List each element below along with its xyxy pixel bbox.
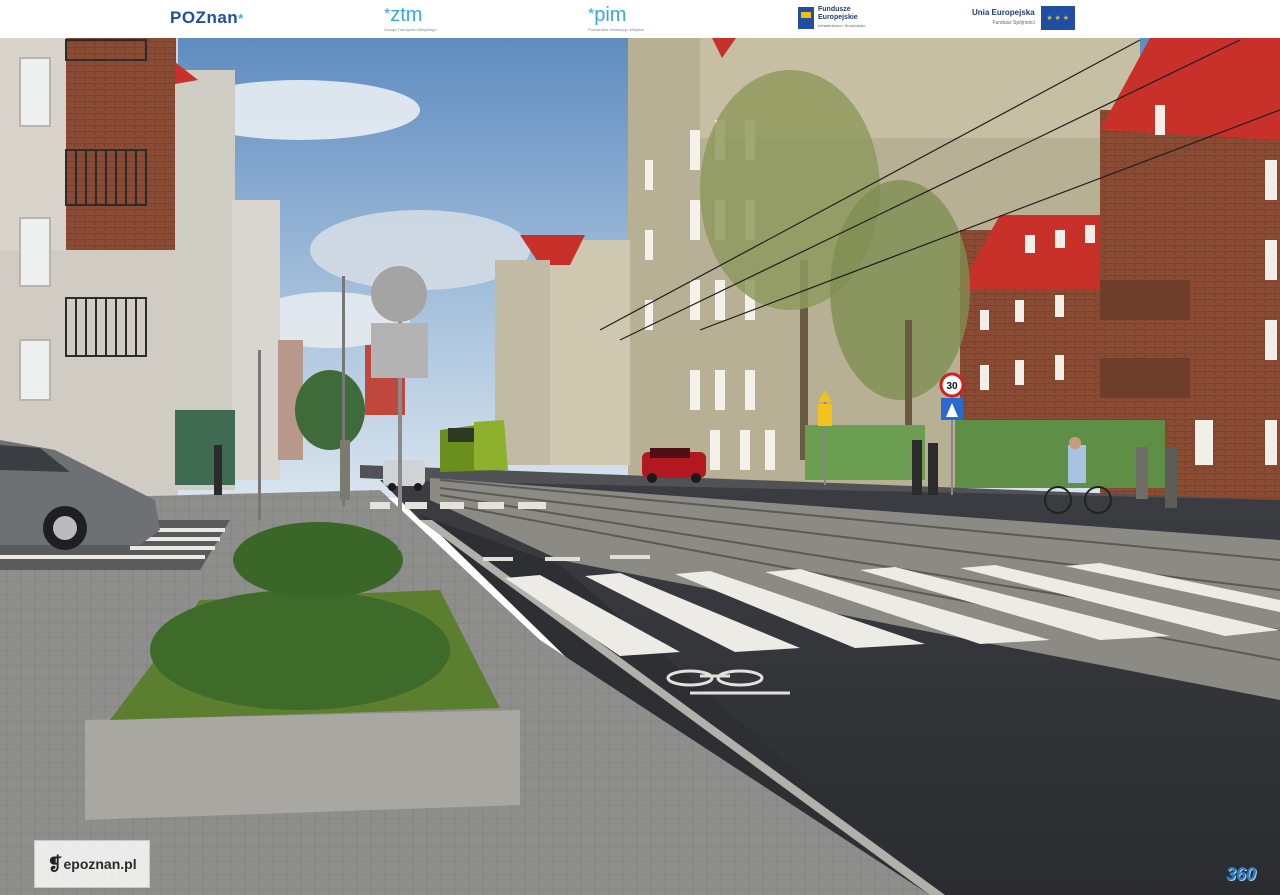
ue-logo: Unia Europejska Fundusz Spójności ★ ★ ★	[972, 6, 1075, 30]
pim-logo-text: pim	[594, 4, 627, 26]
fe-logo: Fundusze Europejskie Infrastruktura i Śr…	[798, 6, 865, 30]
pim-logo-subtitle: Poznańskie Inwestycje Miejskie	[588, 27, 645, 32]
speed-limit-value: 30	[946, 381, 958, 392]
eu-flag-icon: ★ ★ ★	[1040, 6, 1075, 30]
left-building-windows	[19, 57, 51, 401]
epoznan-watermark: ❡ epoznan.pl	[34, 840, 150, 888]
planter-box	[85, 710, 520, 820]
planter-shrub	[150, 590, 450, 710]
render-frame: POZnan * *ztm Zarząd Transportu Miejskieg…	[0, 0, 1280, 895]
left-building-third	[232, 200, 280, 480]
ztm-logo: *ztm Zarząd Transportu Miejskiego	[384, 4, 437, 32]
fe-logo-line1: Fundusze	[818, 6, 851, 13]
ue-logo-line1: Unia Europejska	[972, 8, 1035, 17]
star-icon: *	[238, 10, 244, 26]
logo-bar: POZnan * *ztm Zarząd Transportu Miejskieg…	[0, 0, 1280, 38]
ue-logo-line2: Fundusz Spójności	[992, 20, 1035, 26]
lamp-post	[258, 350, 261, 520]
epoznan-logo-icon: ❡	[47, 853, 63, 874]
green-hedge	[805, 425, 925, 480]
green-hedge	[955, 420, 1165, 488]
wooden-balcony	[1100, 280, 1190, 320]
fe-flag-icon	[798, 7, 814, 29]
ztm-logo-subtitle: Zarząd Transportu Miejskiego	[384, 27, 437, 32]
left-building-brick-bay	[66, 38, 176, 253]
red-car	[642, 448, 706, 483]
fe-logo-line3: Infrastruktura i Środowisko	[818, 23, 866, 28]
poznan-logo: POZnan *	[170, 8, 244, 28]
mid-right-building	[545, 240, 630, 465]
pim-logo: *pim Poznańskie Inwestycje Miejskie	[588, 4, 644, 32]
ztm-logo-text: ztm	[390, 4, 423, 26]
watermark-text: epoznan.pl	[63, 856, 137, 872]
planter-shrub	[233, 522, 403, 598]
poznan-logo-text: POZnan	[170, 8, 239, 27]
street-render-scene: 30	[0, 38, 1280, 895]
badge-360-logo: 360	[1226, 864, 1257, 884]
wooden-balcony	[1100, 358, 1190, 398]
fe-logo-line2: Europejskie	[818, 14, 858, 21]
shop-front-green	[175, 410, 235, 485]
